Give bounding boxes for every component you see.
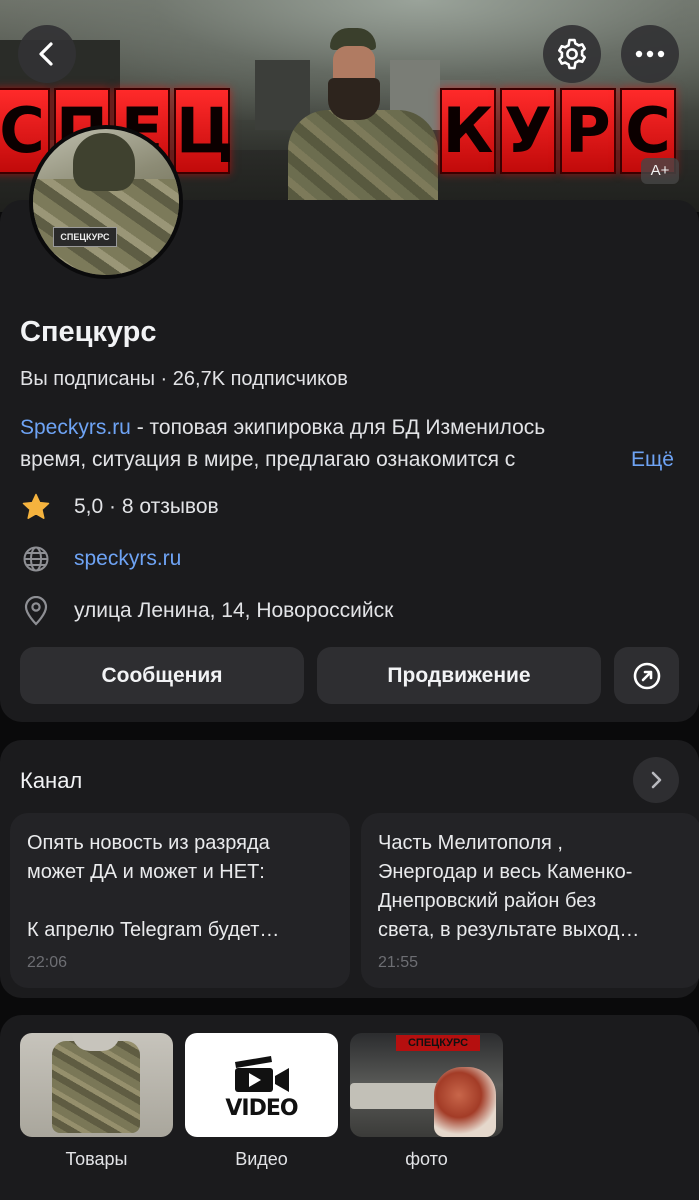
more-options-button[interactable] (621, 25, 679, 83)
show-more-link[interactable]: Ещё (631, 444, 674, 476)
back-button[interactable] (18, 25, 76, 83)
website-row[interactable]: speckyrs.ru (20, 543, 181, 575)
gear-icon (558, 38, 586, 70)
post-text: Часть Мелитополя , Энергодар и весь Каме… (378, 832, 640, 941)
media-label: фото (405, 1149, 448, 1169)
location-pin-icon (20, 595, 52, 627)
post-text: Опять новость из разряда может ДА и може… (27, 832, 280, 941)
channel-open-button[interactable] (633, 757, 679, 803)
photo-banner-text: СПЕЦКУРС (396, 1035, 480, 1051)
messages-button[interactable]: Сообщения (20, 647, 304, 704)
cover-rating-badge: А+ (641, 158, 679, 184)
post-time: 22:06 (27, 954, 68, 971)
description: Speckyrs.ru - топовая экипировка для БД … (20, 412, 685, 476)
channel-post[interactable]: Часть Мелитополя , Энергодар и весь Каме… (361, 813, 699, 988)
rating-text: 5,0 · 8 отзывов (74, 495, 219, 518)
channel-section: Канал Опять новость из разряда может ДА … (0, 740, 699, 998)
cover-person (288, 28, 438, 212)
description-text: - топовая экипировка для БД Изменилось (130, 416, 546, 439)
avatar[interactable]: СПЕЦКУРС (29, 125, 183, 279)
chevron-left-icon (39, 42, 53, 66)
media-item-photo[interactable]: СПЕЦКУРС фото (350, 1033, 503, 1170)
goods-thumbnail (20, 1033, 173, 1137)
subscription-status[interactable]: Вы подписаны · 26,7K подписчиков (20, 368, 348, 391)
media-section: Товары VIDEO Видео СПЕЦКУРС фото (0, 1015, 699, 1200)
address-row[interactable]: улица Ленина, 14, Новороссийск (20, 595, 393, 627)
avatar-patch-text: СПЕЦКУРС (53, 227, 117, 247)
cover-letter: У (500, 88, 556, 174)
video-thumbnail-text: VIDEO (225, 1095, 298, 1121)
cover-letter: К (440, 88, 496, 174)
video-camera-icon (234, 1055, 289, 1092)
media-label: Товары (65, 1149, 128, 1169)
media-item-goods[interactable]: Товары (20, 1033, 173, 1170)
address-text: улица Ленина, 14, Новороссийск (74, 599, 394, 622)
description-link[interactable]: Speckyrs.ru (20, 416, 131, 439)
website-link[interactable]: speckyrs.ru (74, 547, 181, 571)
promotion-button[interactable]: Продвижение (317, 647, 601, 704)
more-dots-icon (635, 50, 665, 58)
cover-letter: Р (560, 88, 616, 174)
video-thumbnail: VIDEO (185, 1033, 338, 1137)
channel-post[interactable]: Опять новость из разряда может ДА и може… (10, 813, 350, 988)
section-title-channel[interactable]: Канал (20, 768, 82, 794)
chevron-right-icon (651, 771, 662, 789)
star-icon (20, 491, 52, 523)
share-arrow-icon (633, 662, 660, 689)
globe-icon (20, 543, 52, 575)
settings-button[interactable] (543, 25, 601, 83)
cover-letter: Ц (174, 88, 234, 174)
share-button[interactable] (614, 647, 679, 704)
photo-thumbnail: СПЕЦКУРС (350, 1033, 503, 1137)
post-time: 21:55 (378, 954, 419, 971)
description-text-line2: время, ситуация в мире, предлагаю ознако… (20, 448, 516, 471)
media-item-video[interactable]: VIDEO Видео (185, 1033, 338, 1170)
page-title: Спецкурс (20, 316, 157, 348)
media-label: Видео (235, 1149, 288, 1169)
rating-row[interactable]: 5,0 · 8 отзывов (20, 491, 219, 523)
